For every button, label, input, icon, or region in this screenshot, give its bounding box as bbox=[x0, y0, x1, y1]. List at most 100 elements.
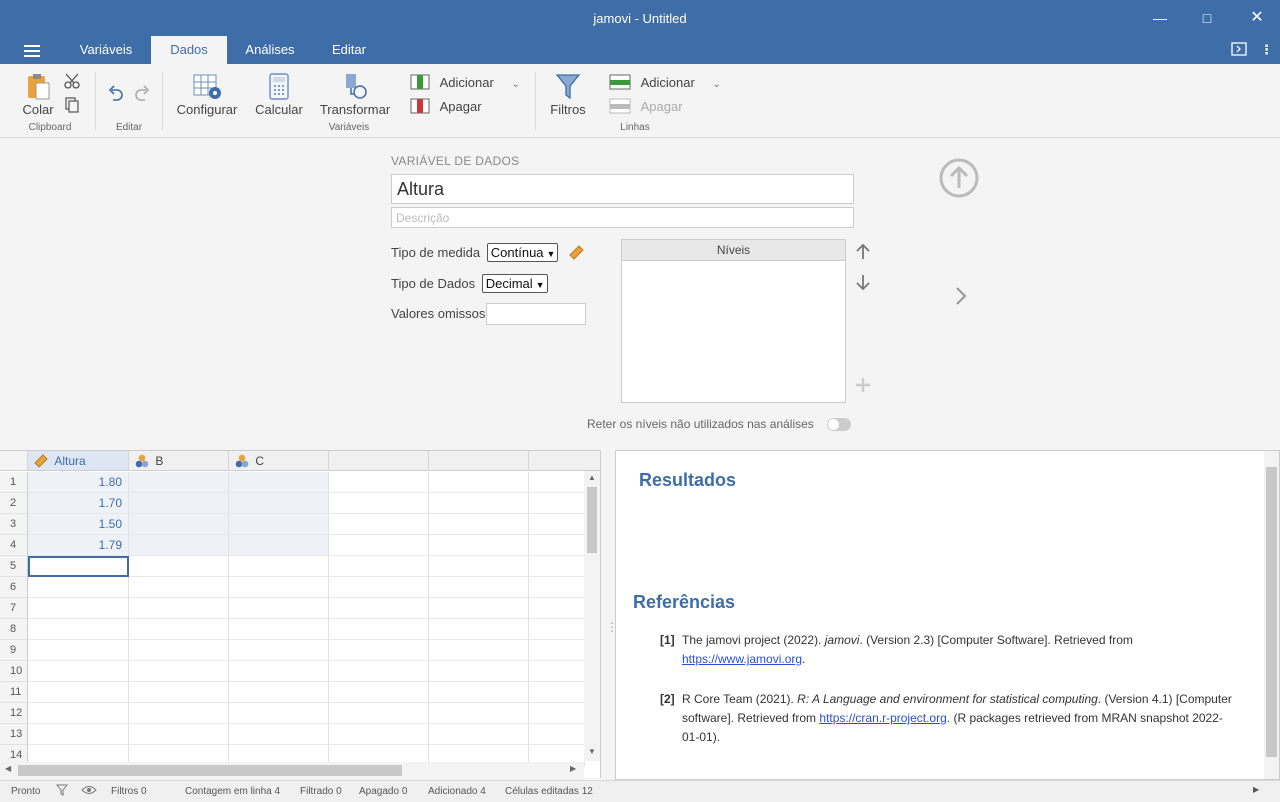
scroll-thumb[interactable] bbox=[18, 765, 402, 776]
row-number[interactable]: 6 bbox=[0, 577, 28, 598]
next-variable-icon[interactable] bbox=[953, 284, 969, 311]
cran-link[interactable]: https://cran.r-project.org bbox=[819, 711, 946, 725]
table-cell[interactable] bbox=[129, 556, 229, 577]
variable-name-input[interactable] bbox=[391, 174, 854, 204]
row-number[interactable]: 10 bbox=[0, 661, 28, 682]
scroll-left-icon[interactable]: ◀ bbox=[5, 764, 11, 773]
scroll-down-icon[interactable]: ▼ bbox=[588, 747, 596, 756]
table-cell[interactable] bbox=[129, 640, 229, 661]
row-number[interactable]: 4 bbox=[0, 535, 28, 556]
table-cell[interactable] bbox=[529, 514, 585, 535]
table-cell[interactable] bbox=[229, 472, 329, 493]
table-cell[interactable] bbox=[329, 640, 429, 661]
table-cell[interactable] bbox=[529, 724, 585, 745]
minimize-button[interactable]: — bbox=[1137, 6, 1183, 30]
table-cell[interactable] bbox=[129, 472, 229, 493]
table-cell[interactable]: 1.70 bbox=[28, 493, 129, 514]
row-number[interactable]: 3 bbox=[0, 514, 28, 535]
row-number[interactable]: 9 bbox=[0, 640, 28, 661]
maximize-button[interactable]: □ bbox=[1184, 6, 1230, 30]
table-cell[interactable] bbox=[129, 661, 229, 682]
variable-description-input[interactable] bbox=[391, 207, 854, 228]
results-mode-icon[interactable] bbox=[1231, 42, 1247, 59]
table-cell[interactable] bbox=[129, 493, 229, 514]
jamovi-link[interactable]: https://www.jamovi.org bbox=[682, 652, 802, 666]
table-cell[interactable] bbox=[129, 619, 229, 640]
table-cell[interactable] bbox=[529, 598, 585, 619]
horizontal-scrollbar[interactable]: ◀ ▶ bbox=[0, 762, 584, 778]
table-cell[interactable] bbox=[429, 514, 529, 535]
cut-icon[interactable] bbox=[63, 72, 81, 93]
table-cell[interactable] bbox=[129, 703, 229, 724]
table-cell[interactable] bbox=[429, 577, 529, 598]
table-cell[interactable] bbox=[129, 724, 229, 745]
undo-icon[interactable] bbox=[108, 84, 126, 105]
table-cell[interactable] bbox=[28, 682, 129, 703]
vertical-scrollbar[interactable]: ▲ ▼ bbox=[584, 471, 600, 761]
table-cell[interactable] bbox=[229, 619, 329, 640]
add-variable-button[interactable]: Adicionar ⌄ bbox=[410, 74, 520, 92]
paste-button[interactable]: Colar bbox=[20, 72, 56, 117]
table-cell[interactable] bbox=[529, 661, 585, 682]
table-cell[interactable] bbox=[329, 577, 429, 598]
transform-button[interactable]: Transformar bbox=[318, 72, 392, 117]
levels-list[interactable]: Níveis bbox=[621, 239, 846, 403]
table-cell[interactable] bbox=[329, 556, 429, 577]
table-cell[interactable] bbox=[429, 724, 529, 745]
column-header-altura[interactable]: Altura bbox=[28, 451, 129, 471]
table-cell[interactable] bbox=[28, 577, 129, 598]
table-cell[interactable] bbox=[529, 535, 585, 556]
column-header-empty[interactable] bbox=[429, 451, 529, 471]
copy-icon[interactable] bbox=[64, 97, 80, 116]
corner-cell[interactable] bbox=[0, 451, 28, 471]
row-number[interactable]: 5 bbox=[0, 556, 28, 577]
column-header-empty[interactable] bbox=[529, 451, 600, 471]
table-cell[interactable] bbox=[429, 598, 529, 619]
table-cell[interactable] bbox=[429, 619, 529, 640]
delete-variable-button[interactable]: Apagar bbox=[410, 98, 482, 116]
table-cell[interactable] bbox=[28, 724, 129, 745]
add-level-icon[interactable] bbox=[855, 377, 871, 396]
table-cell[interactable] bbox=[529, 577, 585, 598]
table-cell[interactable] bbox=[229, 703, 329, 724]
table-cell[interactable] bbox=[28, 661, 129, 682]
filters-button[interactable]: Filtros bbox=[546, 72, 590, 117]
scroll-right-icon[interactable]: ▶ bbox=[570, 764, 576, 773]
table-cell[interactable] bbox=[529, 493, 585, 514]
table-cell[interactable] bbox=[229, 724, 329, 745]
move-level-down-icon[interactable] bbox=[855, 273, 871, 294]
table-cell[interactable]: 1.80 bbox=[28, 472, 129, 493]
table-cell[interactable] bbox=[429, 682, 529, 703]
tab-variaveis[interactable]: Variáveis bbox=[70, 36, 142, 64]
column-header-b[interactable]: B bbox=[129, 451, 229, 471]
table-cell[interactable] bbox=[329, 661, 429, 682]
table-cell[interactable] bbox=[529, 640, 585, 661]
table-cell[interactable]: 1.79 bbox=[28, 535, 129, 556]
retain-unused-levels-toggle[interactable] bbox=[827, 418, 851, 431]
scroll-thumb[interactable] bbox=[587, 487, 597, 553]
table-cell[interactable] bbox=[429, 472, 529, 493]
row-number[interactable]: 8 bbox=[0, 619, 28, 640]
data-type-select[interactable]: Decimal ▼ bbox=[481, 274, 548, 293]
table-cell[interactable] bbox=[229, 514, 329, 535]
table-cell[interactable] bbox=[429, 493, 529, 514]
row-number[interactable]: 1 bbox=[0, 472, 28, 493]
table-cell[interactable] bbox=[529, 703, 585, 724]
table-cell[interactable] bbox=[229, 535, 329, 556]
table-cell[interactable] bbox=[229, 493, 329, 514]
table-cell[interactable] bbox=[429, 556, 529, 577]
table-cell[interactable] bbox=[329, 724, 429, 745]
table-cell[interactable] bbox=[28, 640, 129, 661]
table-cell[interactable] bbox=[229, 661, 329, 682]
table-cell[interactable] bbox=[129, 598, 229, 619]
table-cell[interactable] bbox=[129, 577, 229, 598]
redo-icon[interactable] bbox=[132, 84, 150, 105]
table-cell[interactable] bbox=[129, 535, 229, 556]
column-header-c[interactable]: C bbox=[229, 451, 329, 471]
table-cell[interactable] bbox=[329, 619, 429, 640]
eye-icon[interactable] bbox=[81, 784, 97, 799]
table-cell[interactable] bbox=[229, 682, 329, 703]
more-options-icon[interactable]: ⋮ bbox=[1260, 42, 1273, 58]
chevron-down-icon[interactable]: ⌄ bbox=[712, 79, 720, 90]
hamburger-menu-icon[interactable] bbox=[24, 45, 40, 57]
